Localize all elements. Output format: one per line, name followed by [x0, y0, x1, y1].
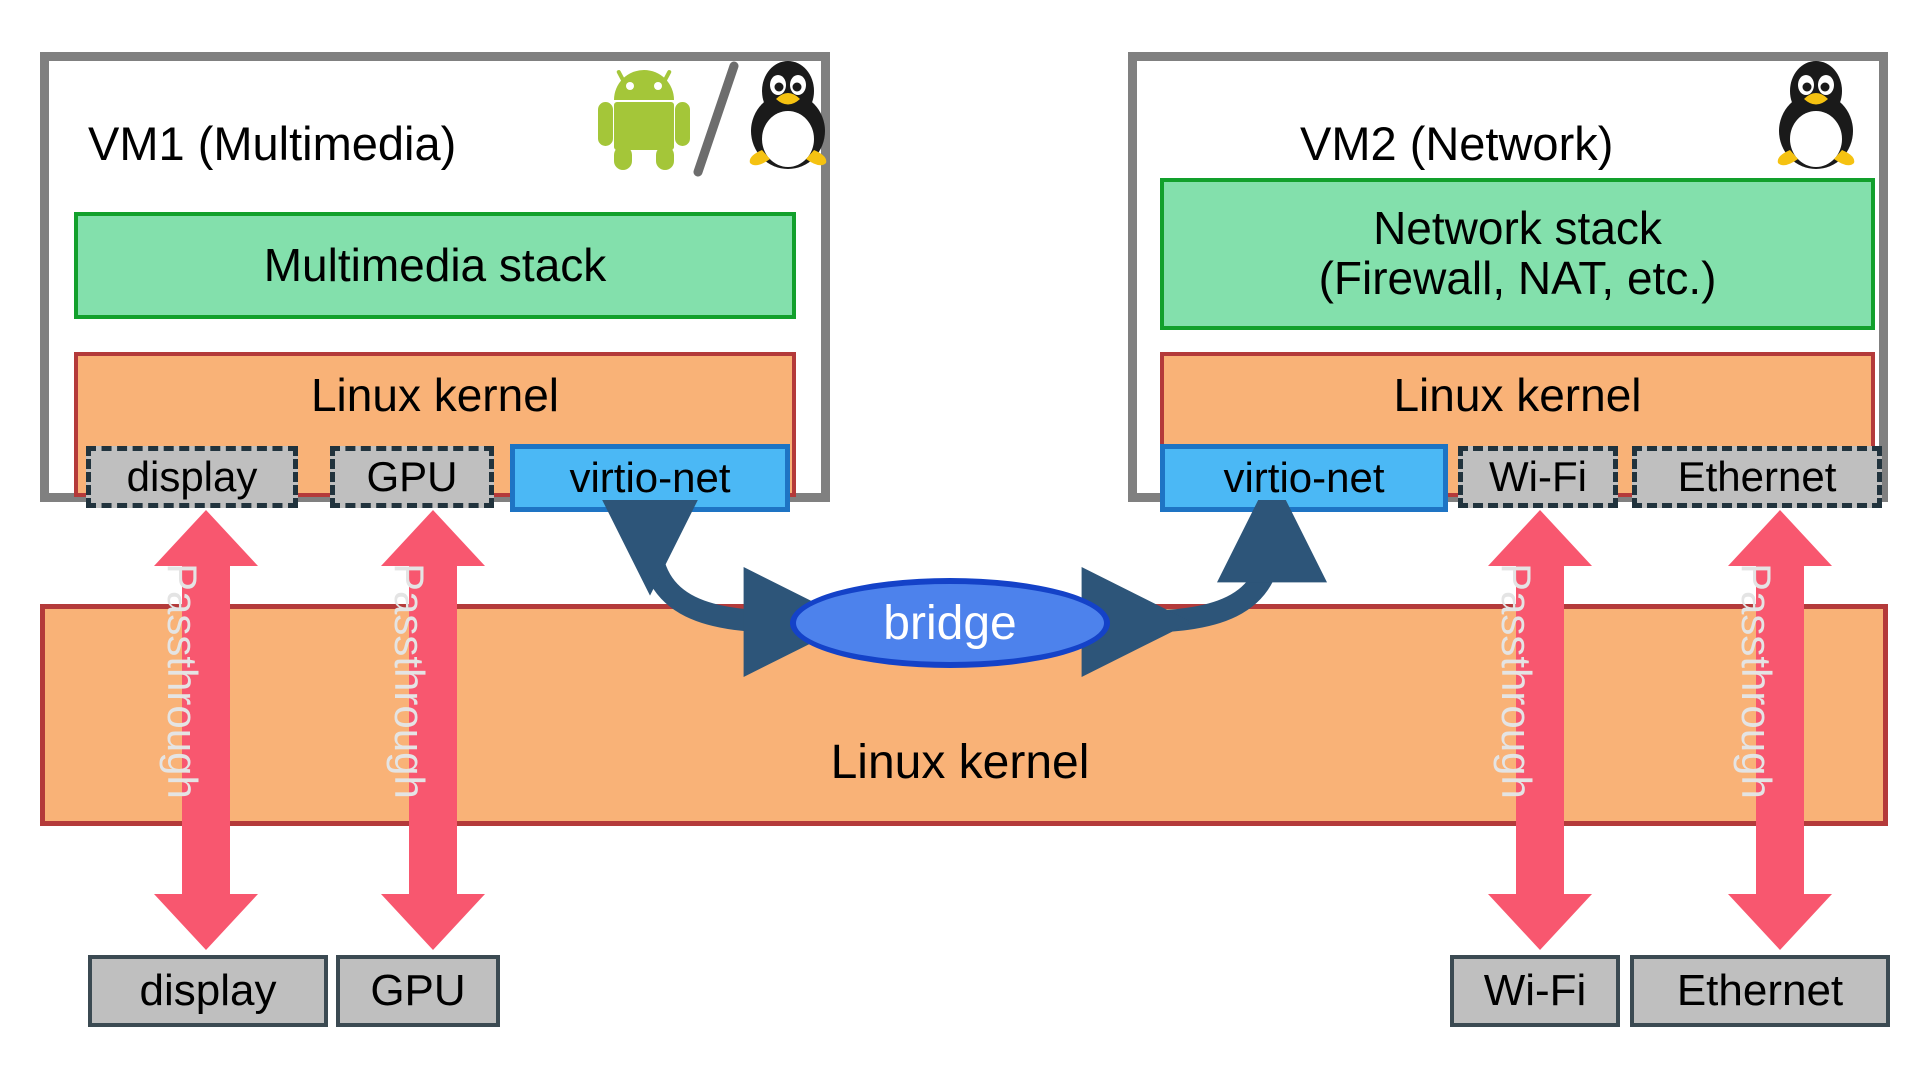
tux-linux-logo-vm1 [740, 55, 836, 178]
android-logo [598, 62, 690, 175]
vm1-multimedia-stack: Multimedia stack [74, 212, 796, 319]
hardware-wifi[interactable]: Wi-Fi [1450, 955, 1620, 1027]
vm2-stack-label-line2: (Firewall, NAT, etc.) [1318, 252, 1717, 304]
vm2-device-ethernet[interactable]: Ethernet [1632, 446, 1882, 508]
hardware-ethernet[interactable]: Ethernet [1630, 955, 1890, 1027]
passthrough-arrow-gpu [375, 510, 491, 950]
hardware-display[interactable]: display [88, 955, 328, 1027]
vm1-device-display[interactable]: display [86, 446, 298, 508]
passthrough-arrow-display [148, 510, 264, 950]
host-kernel-label: Linux kernel [830, 736, 1090, 789]
vm2-title: VM2 (Network) [1300, 117, 1614, 170]
vm2-kernel-label: Linux kernel [1393, 369, 1642, 421]
vm1-kernel-label: Linux kernel [310, 369, 560, 421]
passthrough-arrow-ethernet [1722, 510, 1838, 950]
vm2-network-stack: Network stack (Firewall, NAT, etc.) [1160, 178, 1875, 330]
slash-divider-icon [690, 60, 746, 185]
diagram-canvas: VM1 (Multimedia) Multimedia stack Linux … [0, 0, 1920, 1080]
vm1-title: VM1 (Multimedia) [88, 117, 457, 170]
bridge-node[interactable]: bridge [790, 578, 1110, 668]
vm2-stack-label-line1: Network stack [1373, 202, 1662, 255]
vm1-device-gpu[interactable]: GPU [330, 446, 494, 508]
tux-linux-logo-vm2 [1768, 55, 1864, 178]
hardware-gpu[interactable]: GPU [336, 955, 500, 1027]
passthrough-arrow-wifi [1482, 510, 1598, 950]
vm2-device-wifi[interactable]: Wi-Fi [1458, 446, 1618, 508]
